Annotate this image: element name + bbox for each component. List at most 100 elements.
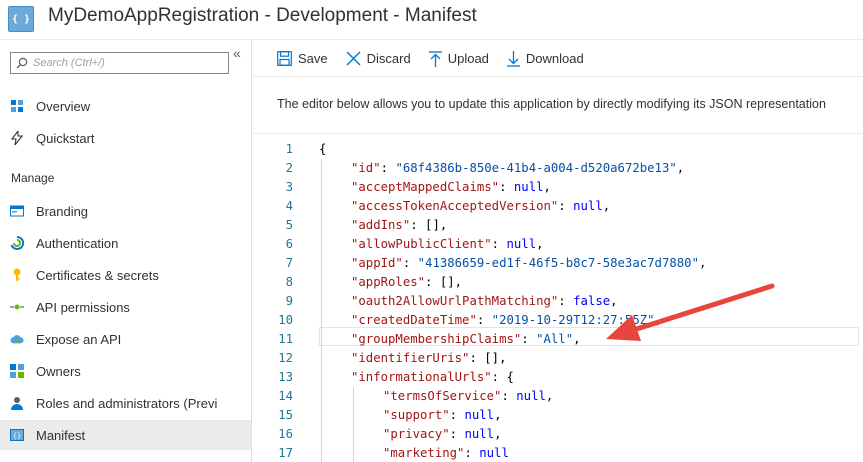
json-key: "acceptMappedClaims" bbox=[351, 180, 500, 194]
code-text: "appRoles": [], bbox=[351, 273, 462, 292]
code-text: "termsOfService": null, bbox=[383, 387, 553, 406]
upload-label: Upload bbox=[447, 51, 489, 66]
sidebar-item-label: Overview bbox=[36, 98, 91, 114]
json-key: "informationalUrls" bbox=[351, 370, 492, 384]
json-literal: null bbox=[573, 199, 603, 213]
json-key: "groupMembershipClaims" bbox=[351, 332, 522, 346]
code-text: "oauth2AllowUrlPathMatching": false, bbox=[351, 292, 618, 311]
json-punctuation: : bbox=[501, 389, 517, 403]
sidebar-item-label: API permissions bbox=[36, 299, 130, 315]
json-punctuation: , bbox=[494, 408, 502, 422]
json-key: "oauth2AllowUrlPathMatching" bbox=[351, 294, 559, 308]
discard-button[interactable]: Discard bbox=[346, 51, 411, 66]
app-registration-icon: { } bbox=[8, 6, 34, 32]
manifest-code-editor[interactable]: 1{2 "id": "68f4386b-850e-41b4-a004-d520a6… bbox=[253, 138, 863, 462]
json-string: "2019-10-29T12:27:55Z" bbox=[491, 313, 655, 327]
code-text: "createdDateTime": "2019-10-29T12:27:55Z… bbox=[351, 311, 662, 330]
code-line: 3 "acceptMappedClaims": null, bbox=[253, 178, 863, 197]
sidebar-item-label: Expose an API bbox=[36, 331, 122, 347]
sidebar-item-manifest[interactable]: {} Manifest bbox=[0, 420, 251, 450]
authentication-icon bbox=[10, 236, 24, 250]
json-punctuation: , bbox=[543, 180, 551, 194]
upload-button[interactable]: Upload bbox=[428, 50, 489, 67]
code-line: 8 "appRoles": [], bbox=[253, 273, 863, 292]
sidebar-item-owners[interactable]: Owners bbox=[0, 356, 251, 386]
sidebar-item-label: Branding bbox=[36, 203, 89, 219]
json-key: "appId" bbox=[351, 256, 403, 270]
code-line: 4 "accessTokenAcceptedVersion": null, bbox=[253, 197, 863, 216]
sidebar-item-label: Certificates & secrets bbox=[36, 267, 159, 283]
sidebar-item-roles-administrators[interactable]: Roles and administrators (Previ bbox=[0, 388, 251, 418]
key-icon bbox=[10, 268, 24, 282]
json-punctuation: , bbox=[494, 427, 502, 441]
code-text: "addIns": [], bbox=[351, 216, 447, 235]
json-punctuation: : bbox=[558, 294, 574, 308]
sidebar-item-branding[interactable]: Branding bbox=[0, 196, 251, 226]
json-punctuation: , bbox=[698, 256, 707, 270]
download-icon bbox=[506, 50, 520, 67]
line-number: 14 bbox=[278, 389, 293, 403]
discard-label: Discard bbox=[366, 51, 411, 66]
json-literal: null bbox=[513, 180, 544, 194]
line-number: 7 bbox=[285, 256, 293, 270]
sidebar-item-quickstart[interactable]: Quickstart bbox=[0, 123, 251, 153]
json-punctuation: , bbox=[676, 161, 685, 175]
json-string: "All" bbox=[536, 332, 574, 346]
save-icon bbox=[277, 51, 292, 66]
code-line: 7 "appId": "41386659-ed1f-46f5-b8c7-58e3a… bbox=[253, 254, 863, 273]
quickstart-icon bbox=[10, 131, 24, 145]
json-punctuation: , bbox=[545, 389, 554, 403]
sidebar-item-label: Quickstart bbox=[36, 130, 95, 146]
manage-section-label: Manage bbox=[11, 171, 55, 185]
svg-text:{}: {} bbox=[13, 432, 21, 440]
code-line: 5 "addIns": [], bbox=[253, 216, 863, 235]
sidebar-item-expose-an-api[interactable]: Expose an API bbox=[0, 324, 251, 354]
sidebar-item-authentication[interactable]: Authentication bbox=[0, 228, 251, 258]
json-key: "createdDateTime" bbox=[351, 313, 477, 327]
code-line: 12 "identifierUris": [], bbox=[253, 349, 863, 368]
json-key: "support" bbox=[383, 408, 450, 422]
editor-description: The editor below allows you to update th… bbox=[277, 97, 826, 111]
json-punctuation: : bbox=[499, 180, 514, 194]
code-text: "allowPublicClient": null, bbox=[351, 235, 544, 254]
json-key: "identifierUris" bbox=[351, 351, 470, 365]
json-literal: null bbox=[464, 408, 495, 422]
page-title: MyDemoAppRegistration - Development - Ma… bbox=[48, 5, 477, 26]
json-key: "termsOfService" bbox=[383, 389, 502, 403]
sidebar-item-certificates-secrets[interactable]: Certificates & secrets bbox=[0, 260, 251, 290]
json-punctuation: , bbox=[654, 313, 662, 327]
line-number: 12 bbox=[278, 351, 293, 365]
sidebar-item-overview[interactable]: Overview bbox=[0, 91, 251, 121]
json-punctuation: { bbox=[319, 142, 327, 156]
code-text: "support": null, bbox=[383, 406, 501, 425]
json-key: "appRoles" bbox=[351, 275, 426, 289]
json-string: "41386659-ed1f-46f5-b8c7-58e3ac7d7880" bbox=[417, 256, 699, 270]
sidebar-item-label: Roles and administrators (Previ bbox=[36, 395, 218, 411]
search-input[interactable] bbox=[33, 57, 213, 69]
line-number: 3 bbox=[285, 180, 293, 194]
line-number: 15 bbox=[278, 408, 293, 422]
save-button[interactable]: Save bbox=[277, 51, 328, 66]
code-line: 16 "privacy": null, bbox=[253, 425, 863, 444]
json-key: "id" bbox=[351, 161, 381, 175]
json-punctuation: : bbox=[491, 237, 507, 251]
branding-icon bbox=[10, 204, 24, 218]
json-punctuation: , bbox=[602, 199, 611, 213]
line-number: 2 bbox=[285, 161, 293, 175]
json-key: "allowPublicClient" bbox=[351, 237, 492, 251]
json-punctuation: : [], bbox=[410, 218, 448, 232]
sidebar-item-api-permissions[interactable]: API permissions bbox=[0, 292, 251, 322]
search-box[interactable] bbox=[10, 52, 229, 74]
json-punctuation: : bbox=[464, 446, 480, 460]
json-punctuation: : [], bbox=[469, 351, 507, 365]
code-text: "appId": "41386659-ed1f-46f5-b8c7-58e3ac… bbox=[351, 254, 706, 273]
code-text: "id": "68f4386b-850e-41b4-a004-d520a672b… bbox=[351, 159, 684, 178]
json-punctuation: , bbox=[610, 294, 618, 308]
collapse-sidebar-button[interactable]: « bbox=[233, 45, 241, 61]
json-key: "addIns" bbox=[351, 218, 411, 232]
command-bar: Save Discard Upload Download bbox=[253, 41, 863, 77]
line-number: 8 bbox=[285, 275, 293, 289]
indent-guide bbox=[353, 387, 354, 462]
download-button[interactable]: Download bbox=[506, 50, 584, 67]
json-literal: null bbox=[506, 237, 537, 251]
